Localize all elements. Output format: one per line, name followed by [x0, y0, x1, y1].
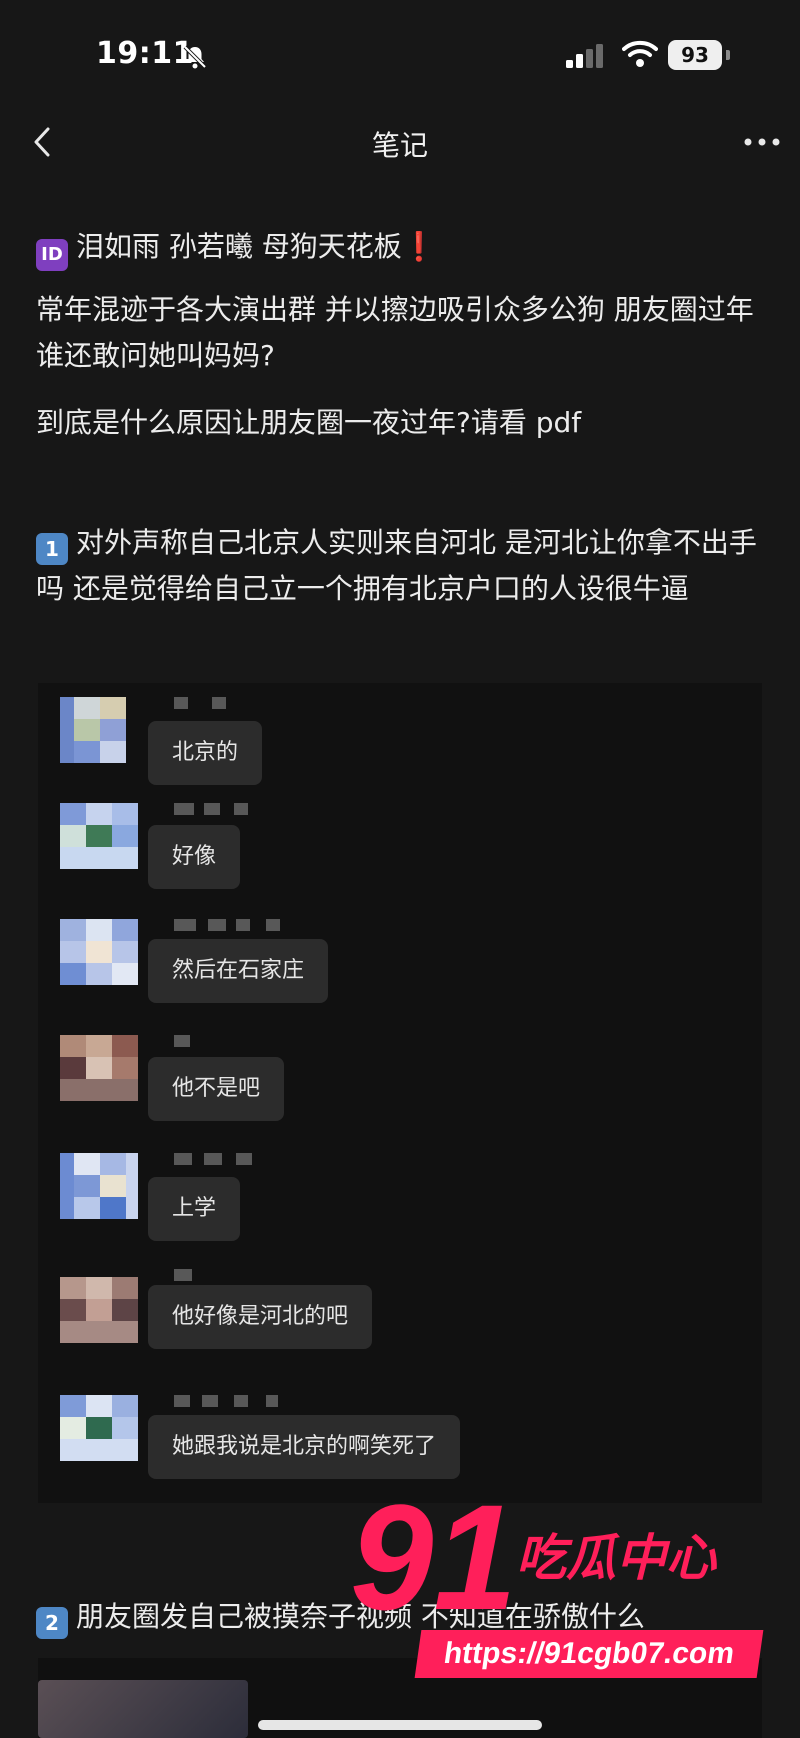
- image-thumbnail[interactable]: [38, 1680, 248, 1738]
- cellular-signal-icon: [566, 44, 603, 68]
- page-title: 笔记: [371, 129, 428, 162]
- pixelated-avatar: [60, 919, 138, 985]
- post-question: 到底是什么原因让朋友圈一夜过年?请看 pdf: [36, 406, 582, 439]
- id-badge-icon: ID: [36, 239, 68, 271]
- wifi-icon: [622, 40, 658, 67]
- watermark-name: 吃瓜中心: [516, 1529, 716, 1587]
- message-bubble: 上学: [148, 1177, 241, 1241]
- bell-slash-icon: [183, 45, 207, 69]
- message-bubble: 然后在石家庄: [148, 939, 329, 1003]
- headline-text: 泪如雨 孙若曦 母狗天花板: [76, 230, 402, 263]
- message-bubble: 他不是吧: [148, 1057, 285, 1121]
- pixelated-avatar: [60, 1153, 138, 1219]
- chat-message: 他好像是河北的吧: [38, 1269, 762, 1369]
- message-bubble: 好像: [148, 825, 241, 889]
- status-time: 19:11: [96, 36, 194, 71]
- more-horizontal-icon[interactable]: [742, 130, 782, 154]
- section-1: 1 对外声称自己北京人实则来自河北 是河北让你拿不出手吗 还是觉得给自己立一个拥有…: [36, 520, 766, 612]
- watermark-url: https://91cgb07.com: [414, 1630, 764, 1678]
- post-intro: 常年混迹于各大演出群 并以擦边吸引众多公狗 朋友圈过年 谁还敢问她叫妈妈?: [36, 293, 754, 372]
- pixelated-avatar: [60, 1395, 138, 1461]
- chat-message: 上学: [38, 1153, 762, 1253]
- message-bubble: 他好像是河北的吧: [148, 1285, 373, 1349]
- message-bubble: 北京的: [148, 721, 263, 785]
- keycap-2-icon: 2: [36, 1607, 68, 1639]
- pixelated-avatar: [60, 1035, 138, 1101]
- post-headline: ID 泪如雨 孙若曦 母狗天花板❗: [36, 224, 766, 271]
- battery-tip: [726, 50, 730, 60]
- chat-message: 好像: [38, 803, 762, 903]
- chat-message: 北京的: [38, 697, 762, 797]
- pixelated-avatar: [60, 1277, 138, 1343]
- status-bar: 19:11 93: [0, 0, 800, 110]
- exclamation-icon: ❗: [401, 230, 437, 263]
- battery-icon: 93: [668, 40, 722, 70]
- chat-message: 然后在石家庄: [38, 919, 762, 1019]
- watermark-number: 91: [350, 1473, 517, 1641]
- chat-message: 他不是吧: [38, 1035, 762, 1135]
- chat-screenshot: 北京的 好像 然后在石家庄 他不是吧 上学 他好像是河北的吧 她跟我说是北京的啊…: [38, 683, 762, 1503]
- pixelated-avatar: [60, 803, 138, 869]
- pixelated-avatar: [60, 697, 138, 763]
- section-1-text: 对外声称自己北京人实则来自河北 是河北让你拿不出手吗 还是觉得给自己立一个拥有北…: [36, 526, 757, 605]
- home-indicator[interactable]: [258, 1720, 542, 1730]
- message-bubble: 她跟我说是北京的啊笑死了: [148, 1415, 461, 1479]
- keycap-1-icon: 1: [36, 533, 68, 565]
